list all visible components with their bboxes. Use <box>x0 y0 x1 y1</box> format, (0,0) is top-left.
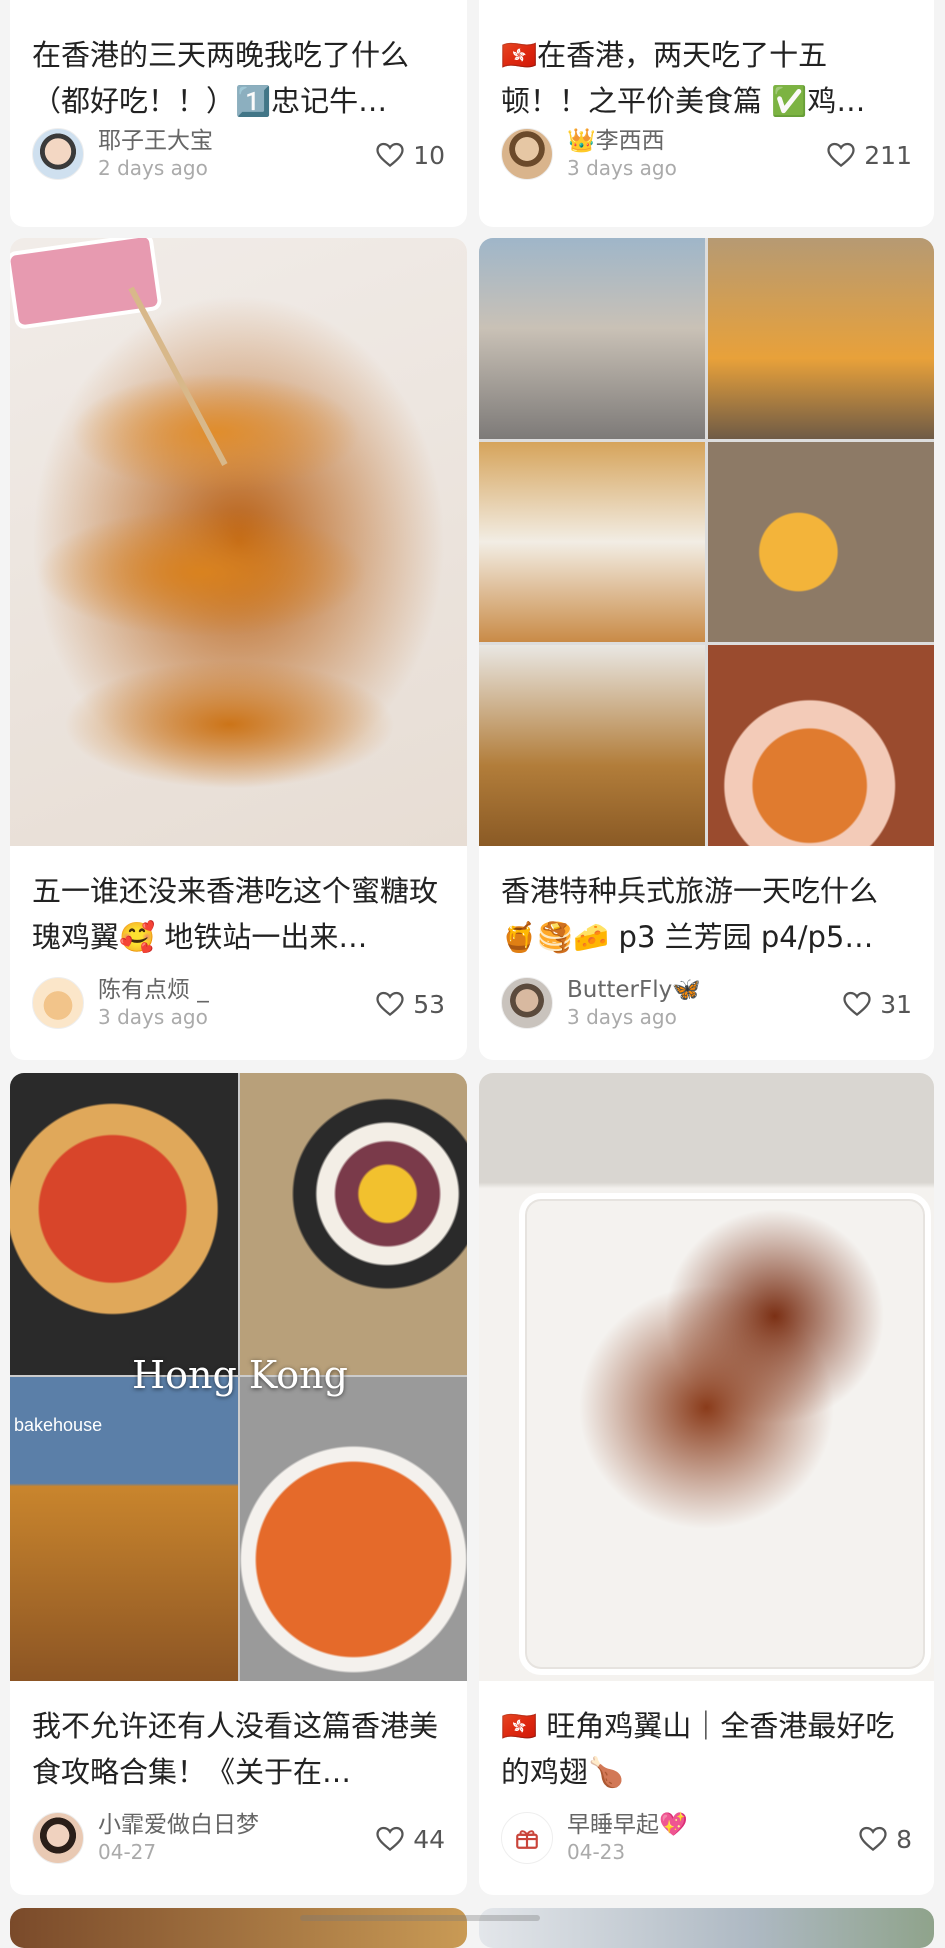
author-info[interactable]: 早睡早起💖 04-23 <box>501 1811 688 1865</box>
food-pick-sign <box>10 238 163 330</box>
author-name: 👑李西西 <box>567 128 665 154</box>
heart-outline-icon <box>858 1824 888 1854</box>
like-button[interactable]: 8 <box>858 1824 912 1854</box>
author-name: 小霏爱做白日梦 <box>98 1812 259 1838</box>
avatar <box>501 1812 553 1864</box>
author-info[interactable]: 👑李西西 3 days ago <box>501 127 677 181</box>
note-title: 🇭🇰在香港，两天吃了十五顿！！之平价美食篇 ✅鸡… <box>501 38 866 118</box>
author-name: ButterFly🦋 <box>567 977 701 1003</box>
author-name: 陈有点烦 _ <box>98 977 209 1003</box>
note-cover-image[interactable] <box>10 238 467 846</box>
avatar <box>32 128 84 180</box>
collage-tile <box>479 442 705 642</box>
author-info[interactable]: 陈有点烦 _ 3 days ago <box>32 976 209 1030</box>
bakehouse-logo: bakehouse <box>14 1415 103 1435</box>
heart-outline-icon <box>375 989 405 1019</box>
avatar <box>501 977 553 1029</box>
avatar <box>32 977 84 1029</box>
like-count: 53 <box>413 989 445 1019</box>
heart-outline-icon <box>375 140 405 170</box>
author-name: 耶子王大宝 <box>98 128 213 154</box>
note-card[interactable] <box>10 1908 467 1948</box>
post-time: 3 days ago <box>567 1005 677 1029</box>
note-card[interactable]: 🇭🇰在香港，两天吃了十五顿！！之平价美食篇 ✅鸡… 👑李西西 3 days ag… <box>479 0 934 227</box>
like-count: 8 <box>896 1824 912 1854</box>
collage-tile <box>708 645 934 846</box>
collage-tile <box>708 442 934 642</box>
collage-tile <box>708 238 934 439</box>
note-cover-image[interactable] <box>479 1908 934 1948</box>
note-card[interactable] <box>479 1908 934 1948</box>
food-container <box>519 1193 931 1675</box>
post-time: 04-23 <box>567 1840 626 1864</box>
note-title: 我不允许还有人没看这篇香港美食攻略合集！《关于在… <box>32 1709 439 1789</box>
like-count: 31 <box>880 989 912 1019</box>
post-time: 04-27 <box>98 1840 157 1864</box>
like-button[interactable]: 53 <box>375 989 445 1019</box>
like-button[interactable]: 211 <box>826 140 912 170</box>
like-count: 10 <box>413 140 445 170</box>
heart-outline-icon <box>842 989 872 1019</box>
note-cover-image[interactable] <box>479 238 934 846</box>
note-card[interactable]: 🇭🇰 旺角鸡翼山｜全香港最好吃的鸡翅🍗 早睡早起💖 04-23 8 <box>479 1073 934 1895</box>
gift-icon <box>516 1830 538 1849</box>
post-time: 3 days ago <box>98 1005 208 1029</box>
heart-outline-icon <box>375 1824 405 1854</box>
collage-tile: bakehouse <box>10 1377 238 1681</box>
note-cover-image[interactable]: bakehouse Hong Kong <box>10 1073 467 1681</box>
avatar <box>501 128 553 180</box>
like-button[interactable]: 44 <box>375 1824 445 1854</box>
collage-tile <box>240 1377 467 1681</box>
note-card[interactable]: 在香港的三天两晚我吃了什么（都好吃！！）1️⃣忠记牛… 耶子王大宝 2 days… <box>10 0 467 227</box>
author-info[interactable]: 耶子王大宝 2 days ago <box>32 127 213 181</box>
note-card[interactable]: bakehouse Hong Kong 我不允许还有人没看这篇香港美食攻略合集！… <box>10 1073 467 1895</box>
avatar <box>32 1812 84 1864</box>
scroll-indicator[interactable] <box>300 1915 540 1921</box>
note-title: 在香港的三天两晚我吃了什么（都好吃！！）1️⃣忠记牛… <box>32 38 410 118</box>
image-overlay-text: Hong Kong <box>132 1353 348 1397</box>
like-button[interactable]: 10 <box>375 140 445 170</box>
note-title: 🇭🇰 旺角鸡翼山｜全香港最好吃的鸡翅🍗 <box>501 1709 895 1789</box>
collage-tile <box>479 238 705 439</box>
author-info[interactable]: 小霏爱做白日梦 04-27 <box>32 1811 259 1865</box>
note-cover-image[interactable] <box>479 1073 934 1681</box>
like-button[interactable]: 31 <box>842 989 912 1019</box>
like-count: 211 <box>864 140 912 170</box>
author-name: 早睡早起💖 <box>567 1812 688 1838</box>
collage-tile <box>10 1073 238 1375</box>
like-count: 44 <box>413 1824 445 1854</box>
note-card[interactable]: 五一谁还没来香港吃这个蜜糖玫瑰鸡翼🥰 地铁站一出来… 陈有点烦 _ 3 days… <box>10 238 467 1060</box>
collage-tile <box>479 645 705 846</box>
note-card[interactable]: 香港特种兵式旅游一天吃什么🍯🥞🧀 p3 兰芳园 p4/p5… ButterFly… <box>479 238 934 1060</box>
author-info[interactable]: ButterFly🦋 3 days ago <box>501 976 701 1030</box>
heart-outline-icon <box>826 140 856 170</box>
note-cover-image[interactable] <box>10 1908 467 1948</box>
food-pick-stick <box>128 286 228 466</box>
collage-tile <box>240 1073 467 1375</box>
post-time: 3 days ago <box>567 156 677 180</box>
post-time: 2 days ago <box>98 156 208 180</box>
note-title: 五一谁还没来香港吃这个蜜糖玫瑰鸡翼🥰 地铁站一出来… <box>32 874 439 954</box>
note-title: 香港特种兵式旅游一天吃什么🍯🥞🧀 p3 兰芳园 p4/p5… <box>501 874 879 954</box>
